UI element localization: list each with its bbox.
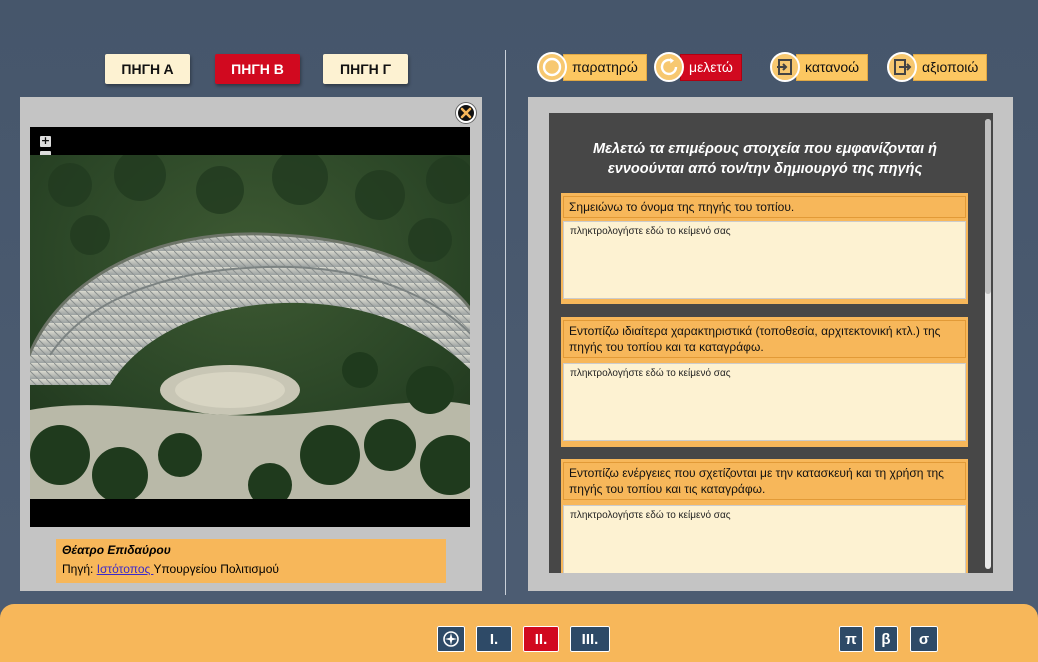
section-button-2[interactable]: II. bbox=[523, 626, 559, 652]
zoom-in-button[interactable]: + bbox=[40, 135, 51, 147]
question-block-2: Εντοπίζω ιδιαίτερα χαρακτηριστικά (τοποθ… bbox=[561, 317, 968, 447]
tab-step-study[interactable]: μελετώ bbox=[654, 52, 742, 82]
section-button-3[interactable]: III. bbox=[570, 626, 610, 652]
close-button[interactable] bbox=[456, 103, 476, 123]
tab-source-a[interactable]: ΠΗΓΗ Α bbox=[105, 54, 190, 84]
form-scrollbar[interactable] bbox=[985, 119, 991, 569]
circle-icon bbox=[537, 52, 567, 82]
tab-source-b[interactable]: ΠΗΓΗ Β bbox=[215, 54, 300, 84]
tab-step-utilize[interactable]: αξιοποιώ bbox=[887, 52, 988, 82]
compass-button[interactable] bbox=[437, 626, 465, 652]
caption-link[interactable]: Ιστότοπος bbox=[97, 562, 154, 576]
question-label: Σημειώνω το όνομα της πηγής του τοπίου. bbox=[563, 196, 966, 218]
caption-prefix: Πηγή: bbox=[62, 562, 97, 576]
scroll-thumb[interactable] bbox=[985, 119, 991, 294]
refresh-icon bbox=[654, 52, 684, 82]
close-icon bbox=[460, 107, 472, 119]
enter-icon bbox=[770, 52, 800, 82]
tool-button-sigma[interactable]: σ bbox=[910, 626, 938, 652]
image-viewer[interactable]: + − bbox=[30, 127, 470, 527]
answer-input[interactable]: πληκτρολογήστε εδώ το κείμενό σας bbox=[563, 505, 966, 573]
bottom-toolbar: I. II. III. π β σ bbox=[0, 604, 1038, 662]
exit-icon bbox=[887, 52, 917, 82]
step-label: αξιοποιώ bbox=[913, 53, 988, 81]
section-button-1[interactable]: I. bbox=[476, 626, 512, 652]
worksheet-panel: Μελετώ τα επιμέρους στοιχεία που εμφανίζ… bbox=[528, 97, 1013, 591]
step-label: κατανοώ bbox=[796, 53, 869, 81]
worksheet-form: Μελετώ τα επιμέρους στοιχεία που εμφανίζ… bbox=[549, 113, 993, 573]
question-label: Εντοπίζω ιδιαίτερα χαρακτηριστικά (τοποθ… bbox=[563, 320, 966, 358]
caption-title: Θέατρο Επιδαύρου bbox=[62, 543, 171, 557]
form-heading: Μελετώ τα επιμέρους στοιχεία που εμφανίζ… bbox=[592, 141, 938, 177]
tab-step-understand[interactable]: κατανοώ bbox=[770, 52, 869, 82]
app-window: ΠΗΓΗ Α ΠΗΓΗ Β ΠΗΓΗ Γ + − bbox=[0, 0, 1038, 662]
caption-source: Πηγή: Ιστότοπος Υπουργείου Πολιτισμού bbox=[62, 562, 440, 576]
tool-button-beta[interactable]: β bbox=[874, 626, 898, 652]
compass-icon bbox=[443, 631, 459, 647]
tab-source-c[interactable]: ΠΗΓΗ Γ bbox=[323, 54, 408, 84]
panel-divider bbox=[505, 50, 506, 595]
caption-suffix: Υπουργείου Πολιτισμού bbox=[153, 562, 279, 576]
tool-button-pi[interactable]: π bbox=[839, 626, 863, 652]
source-viewer-panel: + − bbox=[20, 97, 482, 591]
step-label: μελετώ bbox=[680, 53, 742, 81]
theatre-photo bbox=[30, 155, 470, 499]
answer-input[interactable]: πληκτρολογήστε εδώ το κείμενό σας bbox=[563, 221, 966, 299]
question-block-1: Σημειώνω το όνομα της πηγής του τοπίου. … bbox=[561, 193, 968, 304]
tab-step-observe[interactable]: παρατηρώ bbox=[537, 52, 647, 82]
question-block-3: Εντοπίζω ενέργειες που σχετίζονται με τη… bbox=[561, 459, 968, 573]
question-label: Εντοπίζω ενέργειες που σχετίζονται με τη… bbox=[563, 462, 966, 500]
step-label: παρατηρώ bbox=[563, 53, 647, 81]
answer-input[interactable]: πληκτρολογήστε εδώ το κείμενό σας bbox=[563, 363, 966, 441]
image-caption: Θέατρο Επιδαύρου Πηγή: Ιστότοπος Υπουργε… bbox=[56, 539, 446, 583]
